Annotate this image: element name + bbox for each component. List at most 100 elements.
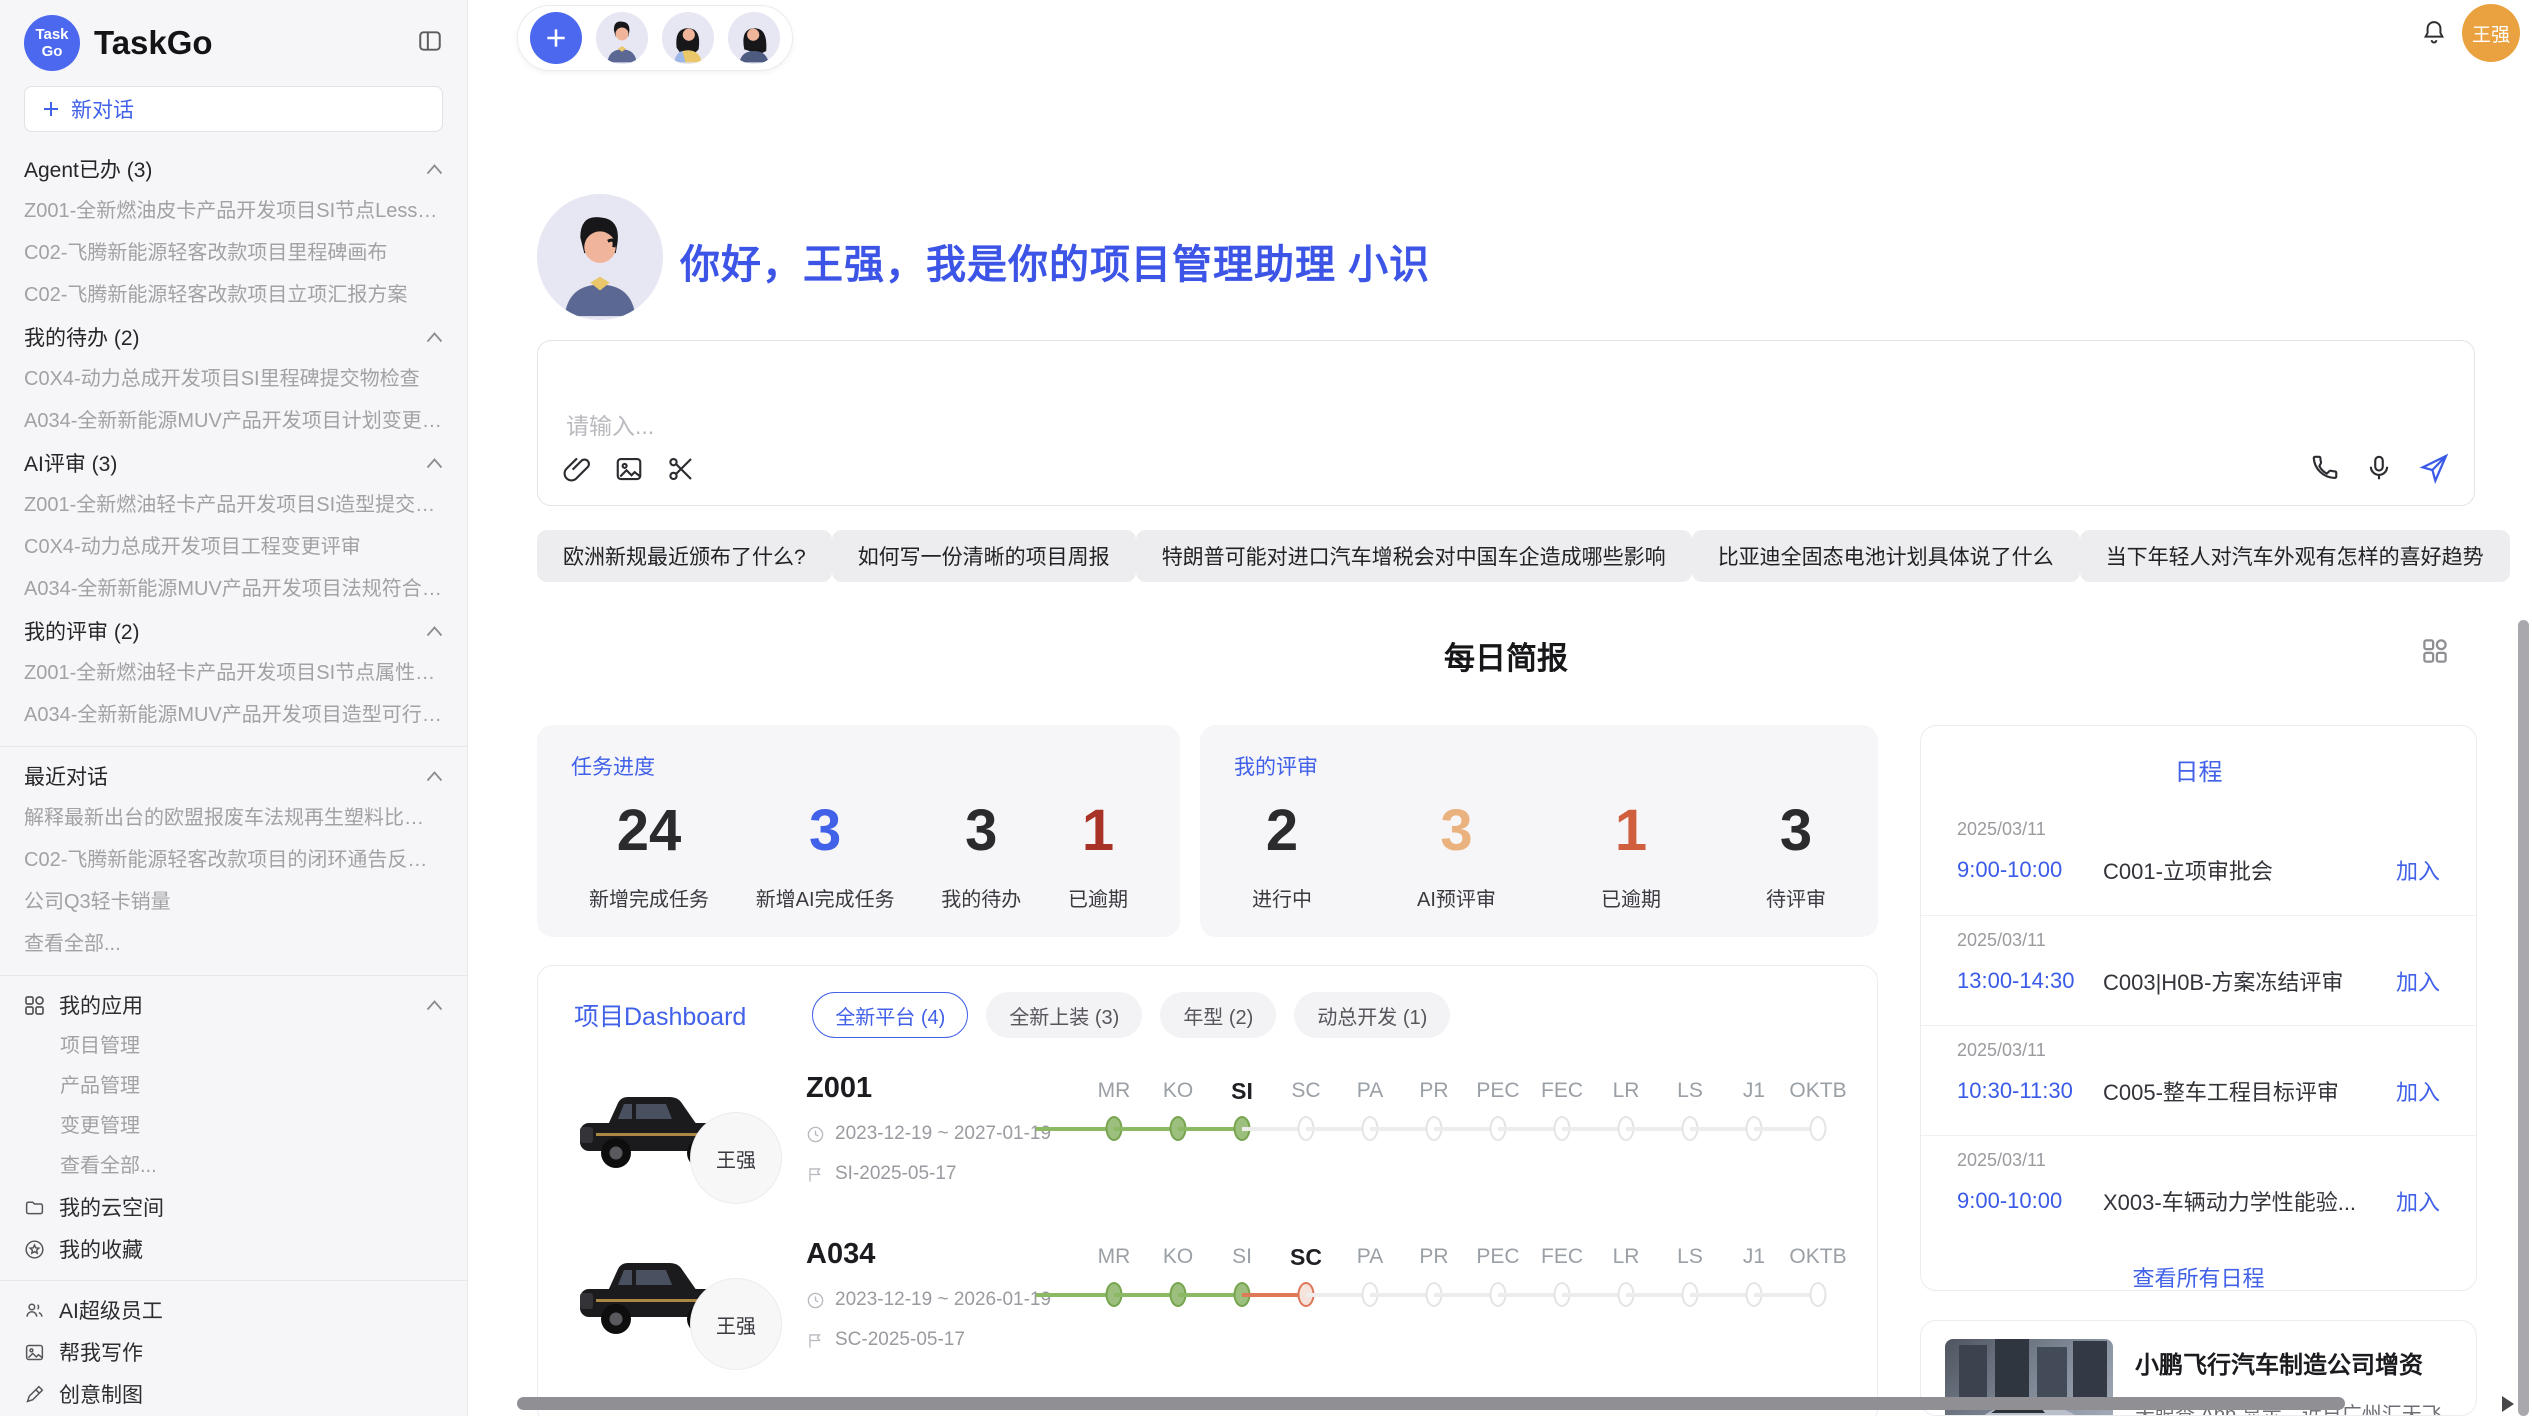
milestone-label: SI [1210,1076,1274,1106]
suggestion-chip[interactable]: 比亚迪全固态电池计划具体说了什么 [1692,530,2080,582]
add-contact-button[interactable] [530,12,582,64]
task-item[interactable]: A034-全新新能源MUV产品开发项目计划变更表编写 [24,400,443,442]
cloud-space-row[interactable]: 我的云空间 [24,1186,443,1228]
chat-input-box[interactable]: 请输入... [537,340,2475,506]
favorites-row[interactable]: 我的收藏 [24,1228,443,1270]
logo-line2: Go [42,43,63,60]
sidebar-header: Task Go TaskGo [24,14,443,72]
project-code: A034 [806,1238,1074,1271]
join-link[interactable]: 加入 [2396,1185,2440,1217]
stat-label: 新增完成任务 [589,883,709,912]
schedule-item[interactable]: 2025/03/11 13:00-14:30 C003|H0B-方案冻结评审 加… [1921,915,2476,1025]
app-grid-icon[interactable] [2420,636,2450,671]
stat-value: 24 [589,799,709,863]
schedule-time: 9:00-10:00 [1957,857,2103,883]
horizontal-scrollbar[interactable] [517,1397,2345,1410]
card-title: 我的评审 [1234,751,1844,781]
help-write-row[interactable]: 帮我写作 [24,1331,443,1373]
suggestion-chip[interactable]: 当下年轻人对汽车外观有怎样的喜好趋势 [2080,530,2510,582]
project-dashboard: 项目Dashboard 全新平台 (4) 全新上装 (3) 年型 (2) 动总开… [537,965,1878,1416]
milestone-LR: LR [1594,1076,1658,1144]
new-chat-label: 新对话 [71,94,134,124]
task-item[interactable]: C02-飞腾新能源轻客改款项目里程碑画布 [24,232,443,274]
phone-icon[interactable] [2310,453,2340,488]
chevron-up-icon[interactable] [426,619,443,643]
ai-staff-row[interactable]: AI超级员工 [24,1289,443,1331]
milestone-label: PA [1338,1242,1402,1272]
avatar[interactable] [662,12,714,64]
join-link[interactable]: 加入 [2396,1075,2440,1107]
microphone-icon[interactable] [2364,453,2394,488]
project-row[interactable]: 王强 A034 2023-12-19 ~ 2026-01-19 SC-2025-… [538,1238,1877,1370]
avatar[interactable] [728,12,780,64]
vertical-scrollbar[interactable] [2518,620,2529,1416]
send-icon[interactable] [2418,452,2450,489]
app-item-product-mgmt[interactable]: 产品管理 [24,1066,443,1106]
section-recent-chats[interactable]: 最近对话 [24,755,443,797]
chevron-up-icon[interactable] [426,993,443,1017]
apps-view-all[interactable]: 查看全部... [24,1146,443,1186]
milestone-label: PR [1402,1076,1466,1106]
my-apps-label: 我的应用 [59,990,143,1020]
creative-draw-row[interactable]: 创意制图 [24,1373,443,1415]
suggestion-chip[interactable]: 如何写一份清晰的项目周报 [832,530,1136,582]
join-link[interactable]: 加入 [2396,854,2440,886]
bell-icon[interactable] [2420,18,2448,51]
task-item[interactable]: Z001-全新燃油轻卡产品开发项目SI节点属性5D文件评审 [24,652,443,694]
section-agent-done[interactable]: Agent已办 (3) [24,148,443,190]
milestone-label: MR [1082,1076,1146,1106]
task-item[interactable]: A034-全新新能源MUV产品开发项目造型可行性评审 [24,694,443,736]
task-item[interactable]: A034-全新新能源MUV产品开发项目法规符合性评审 [24,568,443,610]
suggestion-chip[interactable]: 欧洲新规最近颁布了什么? [537,530,832,582]
schedule-item[interactable]: 2025/03/11 9:00-10:00 C001-立项审批会 加入 [1921,805,2476,915]
new-chat-button[interactable]: 新对话 [24,86,443,132]
pen-icon [24,1384,45,1405]
chevron-up-icon[interactable] [426,325,443,349]
section-my-review[interactable]: 我的评审 (2) [24,610,443,652]
section-my-todo[interactable]: 我的待办 (2) [24,316,443,358]
tab-powertrain[interactable]: 动总开发 (1) [1294,992,1450,1038]
task-item[interactable]: C0X4-动力总成开发项目工程变更评审 [24,526,443,568]
tab-new-platform[interactable]: 全新平台 (4) [812,992,968,1038]
stat-pending-review: 3 待评审 [1766,799,1826,912]
schedule-item[interactable]: 2025/03/11 10:30-11:30 C005-整车工程目标评审 加入 [1921,1025,2476,1135]
chevron-up-icon[interactable] [426,764,443,788]
tab-new-body[interactable]: 全新上装 (3) [986,992,1142,1038]
view-all-schedule-link[interactable]: 查看所有日程 [1921,1261,2476,1293]
people-icon [24,1300,45,1321]
recent-chat-item[interactable]: 公司Q3轻卡销量 [24,881,443,923]
paperclip-icon[interactable] [562,454,592,489]
task-item[interactable]: C02-飞腾新能源轻客改款项目立项汇报方案 [24,274,443,316]
image-icon[interactable] [614,454,644,489]
recent-chat-item[interactable]: 解释最新出台的欧盟报废车法规再生塑料比例被调至15%... [24,797,443,839]
my-apps-row[interactable]: 我的应用 [24,984,443,1026]
project-row[interactable]: 王强 Z001 2023-12-19 ~ 2027-01-19 SI-2025-… [538,1072,1877,1204]
suggestion-chip[interactable]: 特朗普可能对进口汽车增税会对中国车企造成哪些影响 [1136,530,1692,582]
section-ai-review[interactable]: AI评审 (3) [24,442,443,484]
scissors-icon[interactable] [666,454,696,489]
task-item[interactable]: C0X4-动力总成开发项目SI里程碑提交物检查 [24,358,443,400]
image-icon [24,1342,45,1363]
recent-view-all[interactable]: 查看全部... [24,923,443,965]
join-link[interactable]: 加入 [2396,965,2440,997]
chevron-up-icon[interactable] [426,157,443,181]
app-item-project-mgmt[interactable]: 项目管理 [24,1026,443,1066]
milestone-LR: LR [1594,1242,1658,1310]
schedule-item[interactable]: 2025/03/11 9:00-10:00 X003-车辆动力学性能验... 加… [1921,1135,2476,1245]
chevron-up-icon[interactable] [426,451,443,475]
scroll-right-arrow[interactable] [2502,1396,2514,1412]
task-item[interactable]: Z001-全新燃油轻卡产品开发项目SI造型提交物评审 [24,484,443,526]
tab-year-model[interactable]: 年型 (2) [1160,992,1276,1038]
schedule-name: C003|H0B-方案冻结评审 [2103,965,2343,997]
recent-chat-item[interactable]: C02-飞腾新能源轻客改款项目的闭环通告反馈情况 [24,839,443,881]
divider [0,746,467,747]
app-title: TaskGo [94,24,213,62]
user-avatar[interactable]: 王强 [2462,4,2520,62]
user-name: 王强 [2472,20,2510,47]
sidebar-collapse-icon[interactable] [417,28,443,59]
app-item-change-mgmt[interactable]: 变更管理 [24,1106,443,1146]
avatar[interactable] [596,12,648,64]
milestone-MR: MR [1082,1076,1146,1144]
task-item[interactable]: Z001-全新燃油皮卡产品开发项目SI节点Lesson Learn报告 [24,190,443,232]
milestone-LS: LS [1658,1076,1722,1144]
